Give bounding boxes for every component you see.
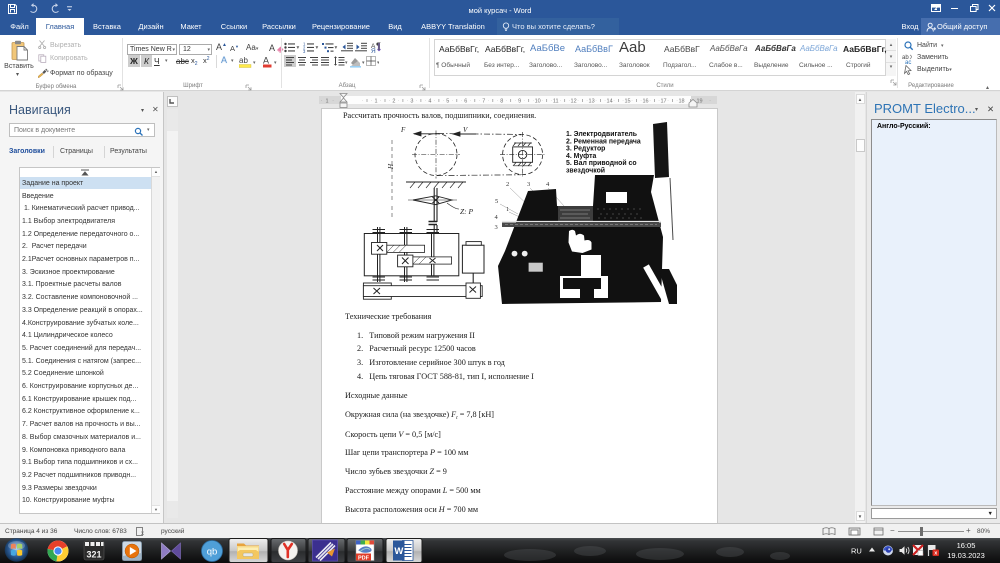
svg-text:звездочкой: звездочкой	[566, 167, 605, 175]
svg-text:3. Редуктор: 3. Редуктор	[566, 146, 605, 153]
svg-text:V: V	[463, 126, 468, 134]
svg-text:3: 3	[495, 224, 498, 231]
svg-text:PDF: PDF	[358, 556, 370, 562]
svg-text:1: 1	[506, 206, 509, 213]
svg-text:H: H	[387, 163, 395, 170]
svg-text:5: 5	[495, 198, 498, 205]
svg-text:321: 321	[86, 550, 101, 560]
svg-text:2: 2	[506, 181, 509, 188]
svg-text:4: 4	[495, 214, 499, 221]
svg-text:19.03.2023: 19.03.2023	[947, 551, 985, 560]
svg-text:1. Электродвигатель: 1. Электродвигатель	[566, 131, 637, 138]
svg-text:5. Вал приводной со: 5. Вал приводной со	[566, 159, 637, 167]
svg-text:RU: RU	[851, 547, 862, 556]
svg-text:Z: P: Z: P	[460, 207, 474, 216]
svg-text:3: 3	[527, 181, 530, 188]
svg-text:x: x	[141, 531, 144, 536]
svg-text:4: 4	[546, 181, 550, 188]
svg-text:F: F	[400, 126, 406, 134]
svg-text:4. Муфта: 4. Муфта	[566, 153, 596, 160]
svg-text:16:05: 16:05	[957, 541, 976, 550]
svg-text:qb: qb	[207, 547, 218, 558]
svg-text:2. Ременная передача: 2. Ременная передача	[566, 138, 641, 145]
svg-text:W: W	[394, 546, 403, 557]
